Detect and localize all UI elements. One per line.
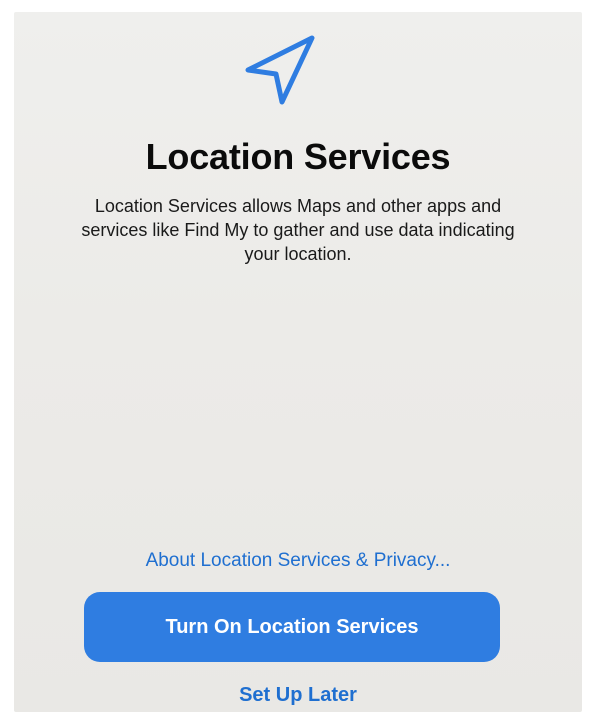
turn-on-location-services-button[interactable]: Turn On Location Services <box>84 592 500 662</box>
location-arrow-outline <box>245 35 315 105</box>
location-services-screen: Location Services Location Services allo… <box>14 12 582 712</box>
location-arrow-icon <box>245 35 315 105</box>
about-location-privacy-link[interactable]: About Location Services & Privacy... <box>14 550 582 572</box>
set-up-later-link[interactable]: Set Up Later <box>14 684 582 707</box>
page-title: Location Services <box>145 136 451 177</box>
description-text: Location Services allows Maps and other … <box>81 196 515 264</box>
